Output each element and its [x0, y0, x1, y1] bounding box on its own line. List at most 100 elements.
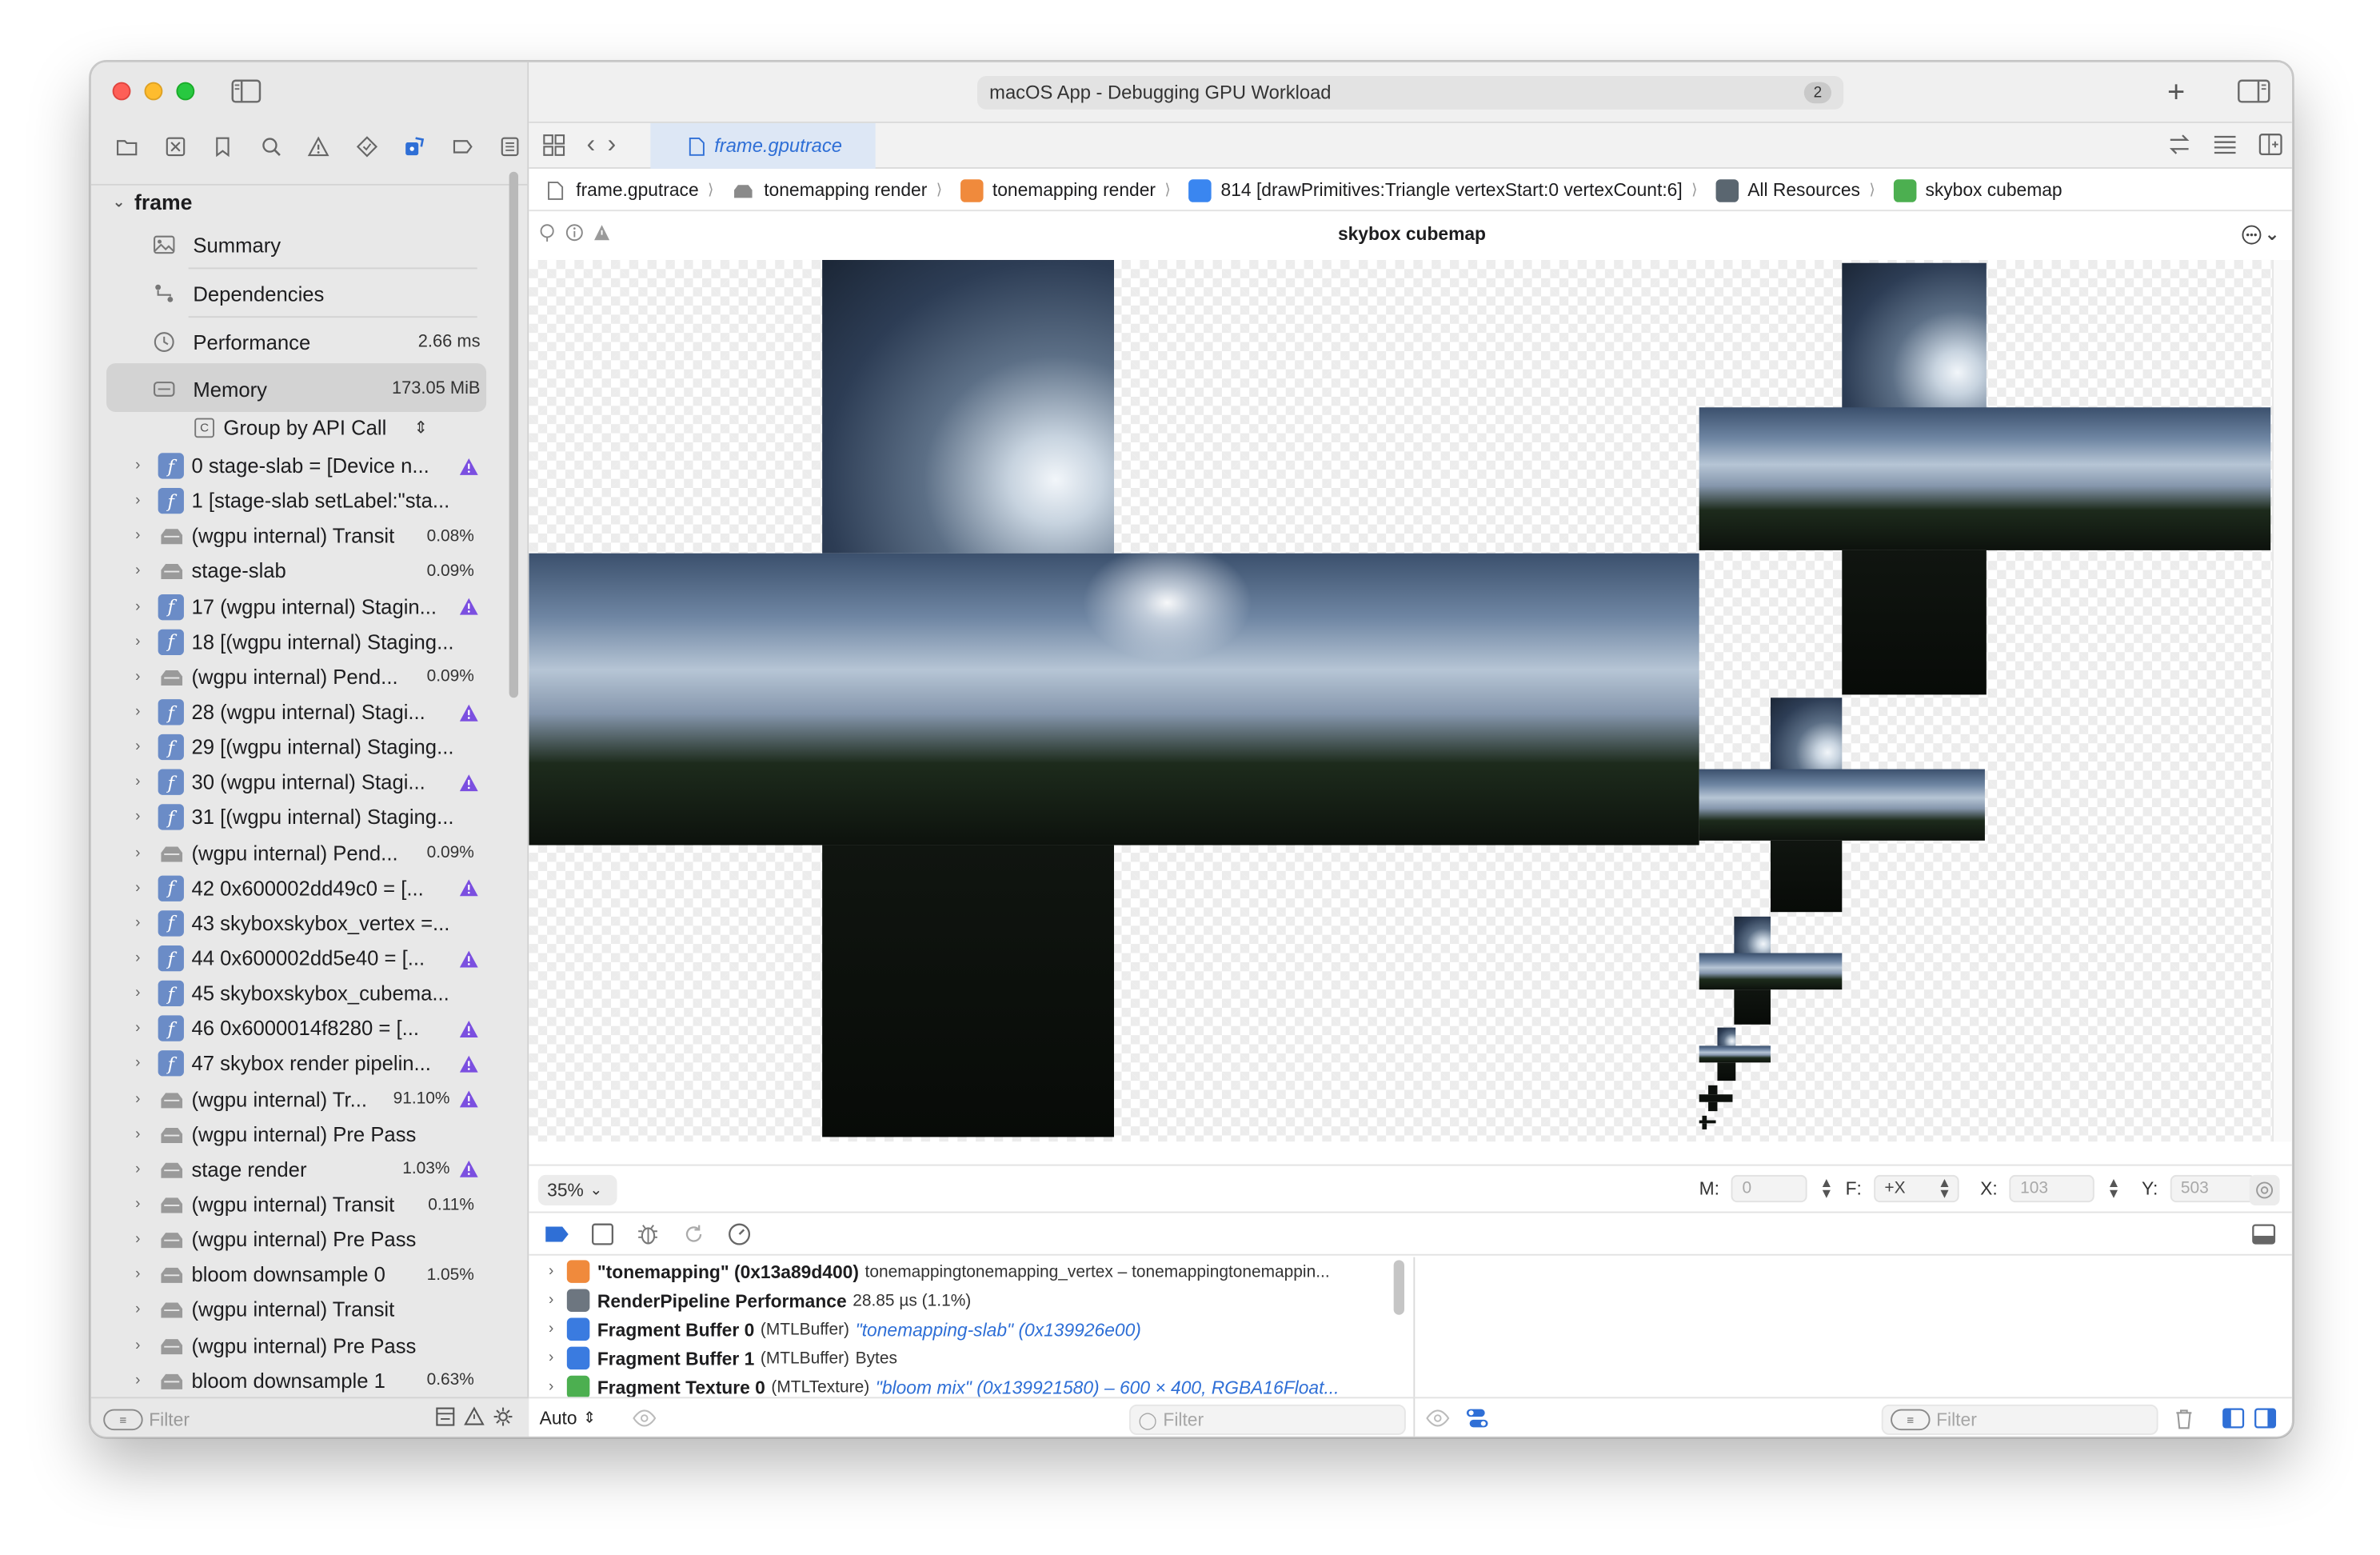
bug-icon[interactable] — [635, 1222, 661, 1246]
bound-resource-row[interactable]: › "tonemapping" (0x13a89d400) tonemappingt… — [529, 1257, 1410, 1286]
chevron-right-icon[interactable]: › — [135, 704, 150, 721]
api-call-row[interactable]: › (wgpu internal) Pre Pass — [91, 1328, 529, 1363]
console-filter-field[interactable]: ≡ Filter — [1881, 1404, 2158, 1435]
back-forward-icons[interactable]: ‹› — [587, 130, 629, 160]
api-call-row[interactable]: › f 30 (wgpu internal) Stagi... — [91, 765, 529, 800]
api-call-row[interactable]: › (wgpu internal) Transit 0.11% — [91, 1187, 529, 1222]
auto-selector[interactable]: Auto ⇕ — [540, 1408, 596, 1429]
chevron-right-icon[interactable]: › — [135, 739, 150, 756]
viewer-more-menu[interactable]: ⌄ — [2242, 223, 2280, 245]
frame-filter-icon[interactable] — [435, 1406, 457, 1428]
chevron-right-icon[interactable]: › — [549, 1349, 567, 1366]
api-call-row[interactable]: › (wgpu internal) Pre Pass — [91, 1222, 529, 1257]
bound-resource-row[interactable]: › RenderPipeline Performance 28.85 µs (1.1… — [529, 1286, 1410, 1315]
api-call-row[interactable]: › (wgpu internal) Pend... 0.09% — [91, 835, 529, 870]
chevron-right-icon[interactable]: › — [549, 1321, 567, 1337]
api-call-row[interactable]: › bloom downsample 1 0.63% — [91, 1363, 529, 1398]
add-editor-icon[interactable] — [2258, 132, 2282, 156]
chevron-right-icon[interactable]: › — [135, 598, 150, 615]
chevron-right-icon[interactable]: › — [135, 1197, 150, 1213]
api-call-row[interactable]: › f 42 0x600002dd49c0 = [... — [91, 870, 529, 905]
chevron-right-icon[interactable]: › — [549, 1379, 567, 1396]
breadcrumb-item[interactable]: ⟩ tonemapping render — [699, 178, 927, 202]
reload-icon[interactable] — [681, 1222, 706, 1246]
chevron-right-icon[interactable]: › — [135, 528, 150, 545]
warning-icon[interactable] — [459, 879, 479, 897]
memory-item[interactable]: Memory 173.05 MiB — [152, 366, 481, 412]
chevron-right-icon[interactable]: › — [135, 634, 150, 650]
chevron-right-icon[interactable]: › — [135, 880, 150, 897]
bindings-scrollbar[interactable] — [1393, 1260, 1404, 1315]
mip-field[interactable]: 0 — [1731, 1174, 1808, 1203]
source-control-icon[interactable] — [151, 132, 199, 159]
chevron-right-icon[interactable]: › — [135, 1056, 150, 1073]
warning-filter-icon[interactable] — [464, 1406, 485, 1428]
right-pane-icon[interactable] — [2254, 1408, 2277, 1429]
api-call-row[interactable]: › f 43 skyboxskybox_vertex =... — [91, 905, 529, 941]
group-by-selector[interactable]: C Group by API Call ⇕ — [194, 417, 428, 439]
chevron-right-icon[interactable]: › — [135, 1372, 150, 1389]
chevron-right-icon[interactable]: › — [135, 1301, 150, 1318]
folder-navigator-icon[interactable] — [103, 132, 151, 159]
breadcrumb-item[interactable]: ⟩ tonemapping render — [927, 178, 1156, 202]
api-call-row[interactable]: › (wgpu internal) Pend... 0.09% — [91, 659, 529, 694]
breadcrumb-item[interactable]: frame.gputrace — [544, 178, 699, 202]
api-call-row[interactable]: › stage-slab 0.09% — [91, 554, 529, 590]
bound-resource-row[interactable]: › Fragment Buffer 0 (MTLBuffer) "tonemappin… — [529, 1315, 1410, 1344]
chevron-down-icon[interactable]: ⌄ — [113, 194, 126, 210]
chevron-right-icon[interactable]: › — [135, 1021, 150, 1037]
y-field[interactable]: 503 — [2170, 1174, 2255, 1203]
minimize-window-button[interactable] — [144, 82, 163, 101]
info-icon[interactable] — [565, 223, 584, 242]
chevron-right-icon[interactable]: › — [135, 1267, 150, 1284]
api-call-row[interactable]: › f 29 [(wgpu internal) Staging... — [91, 730, 529, 765]
warning-icon[interactable] — [459, 598, 479, 616]
api-call-row[interactable]: › f 28 (wgpu internal) Stagi... — [91, 694, 529, 730]
chevron-right-icon[interactable]: › — [135, 774, 150, 791]
resource-link[interactable]: "tonemapping-slab" (0x139926e00) — [856, 1319, 1141, 1341]
pixel-inspector-target-icon[interactable] — [2249, 1174, 2280, 1205]
filter-options-icon[interactable]: ≡ — [1891, 1409, 1931, 1431]
api-call-row[interactable]: › f 45 skyboxskybox_cubema... — [91, 976, 529, 1011]
chevron-right-icon[interactable]: › — [135, 1337, 150, 1353]
related-items-grid-icon[interactable] — [542, 134, 565, 157]
bound-resource-row[interactable]: › Fragment Buffer 1 (MTLBuffer) Bytes — [529, 1344, 1410, 1373]
chevron-right-icon[interactable]: › — [549, 1263, 567, 1280]
breakpoint-toggle-icon[interactable] — [544, 1222, 569, 1246]
find-icon[interactable] — [247, 132, 295, 159]
api-call-row[interactable]: › f 1 [stage-slab setLabel:"sta... — [91, 484, 529, 519]
face-selector[interactable]: +X ▲ ▼ — [1874, 1174, 1959, 1203]
tab-frame-gputrace[interactable]: frame.gputrace — [650, 122, 876, 169]
warning-icon[interactable] — [459, 774, 479, 792]
pin-icon[interactable] — [538, 223, 557, 242]
warning-icon[interactable] — [459, 1020, 479, 1038]
chevron-right-icon[interactable]: › — [135, 845, 150, 861]
chevron-right-icon[interactable]: › — [135, 1126, 150, 1143]
dependencies-item[interactable]: Dependencies — [152, 270, 480, 316]
eye-icon[interactable] — [1426, 1408, 1450, 1429]
chevron-right-icon[interactable]: › — [135, 1161, 150, 1178]
eye-icon[interactable] — [633, 1408, 657, 1433]
api-call-row[interactable]: › (wgpu internal) Transit — [91, 1293, 529, 1328]
report-icon[interactable] — [486, 132, 534, 159]
trash-icon[interactable] — [2174, 1408, 2195, 1435]
warning-icon[interactable] — [459, 1161, 479, 1179]
x-stepper-icon[interactable]: ▲ ▼ — [2106, 1176, 2120, 1200]
gpu-filter-icon[interactable] — [493, 1406, 514, 1428]
warning-icon[interactable] — [593, 223, 611, 242]
chevron-right-icon[interactable]: › — [135, 458, 150, 474]
bindings-filter-field[interactable]: ◯ Filter — [1128, 1404, 1406, 1435]
breadcrumb-item[interactable]: ⟩ skybox cubemap — [1860, 178, 2063, 202]
gauge-icon[interactable] — [726, 1222, 752, 1246]
bound-resource-row[interactable]: › Fragment Texture 0 (MTLTexture) "bloom mi… — [529, 1373, 1410, 1397]
chevron-right-icon[interactable]: › — [135, 950, 150, 967]
bookmark-icon[interactable] — [199, 132, 247, 159]
inspector-toggle-icon[interactable] — [2237, 79, 2270, 103]
chevron-right-icon[interactable]: › — [135, 985, 150, 1002]
api-call-row[interactable]: › f 17 (wgpu internal) Stagin... — [91, 589, 529, 624]
issue-count-badge[interactable]: 2 — [1803, 82, 1831, 104]
chevron-right-icon[interactable]: › — [135, 809, 150, 826]
summary-item[interactable]: Summary — [152, 222, 480, 267]
chevron-right-icon[interactable]: › — [135, 1091, 150, 1108]
scheme-activity-view[interactable]: macOS App - Debugging GPU Workload 2 — [976, 76, 1844, 110]
